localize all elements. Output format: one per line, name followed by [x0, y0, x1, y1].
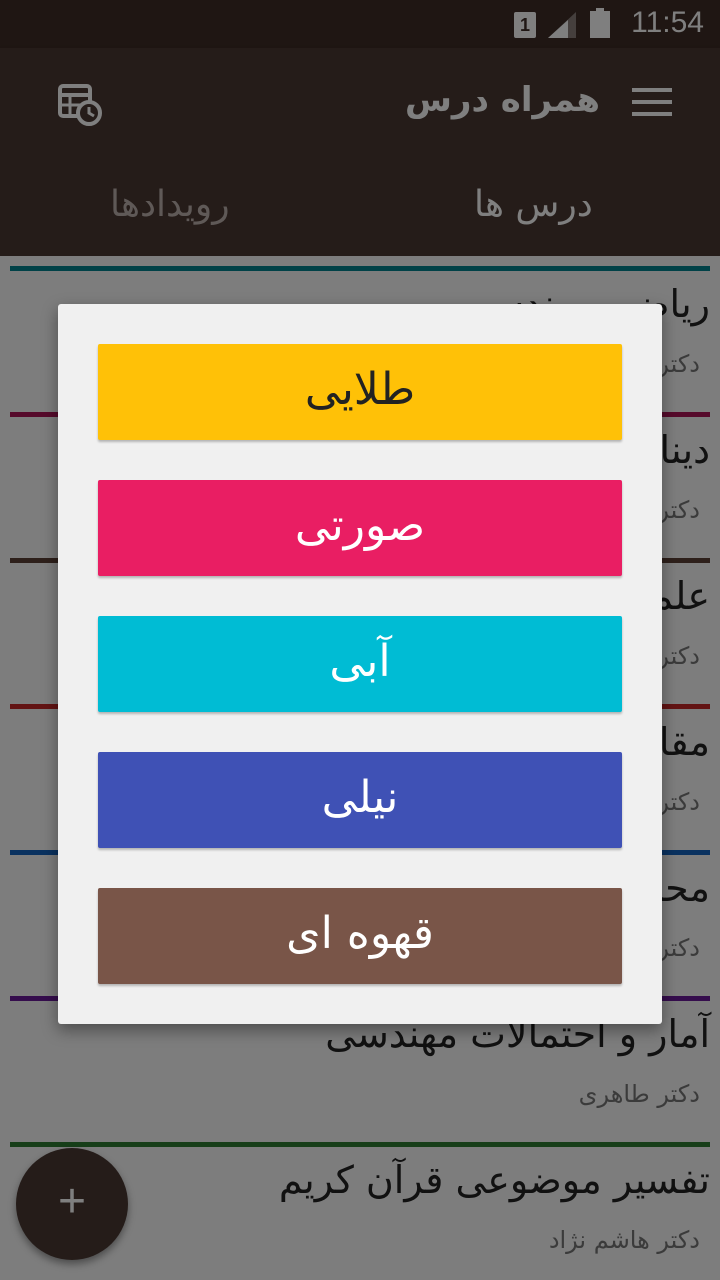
color-option-indigo-button[interactable]: نیلی	[98, 752, 622, 848]
color-option-gold-button[interactable]: طلایی	[98, 344, 622, 440]
color-option-pink-button[interactable]: صورتی	[98, 480, 622, 576]
color-option-blue-button[interactable]: آبی	[98, 616, 622, 712]
color-picker-dialog: طلایی صورتی آبی نیلی قهوه ای	[58, 304, 662, 1024]
color-option-brown-button[interactable]: قهوه ای	[98, 888, 622, 984]
